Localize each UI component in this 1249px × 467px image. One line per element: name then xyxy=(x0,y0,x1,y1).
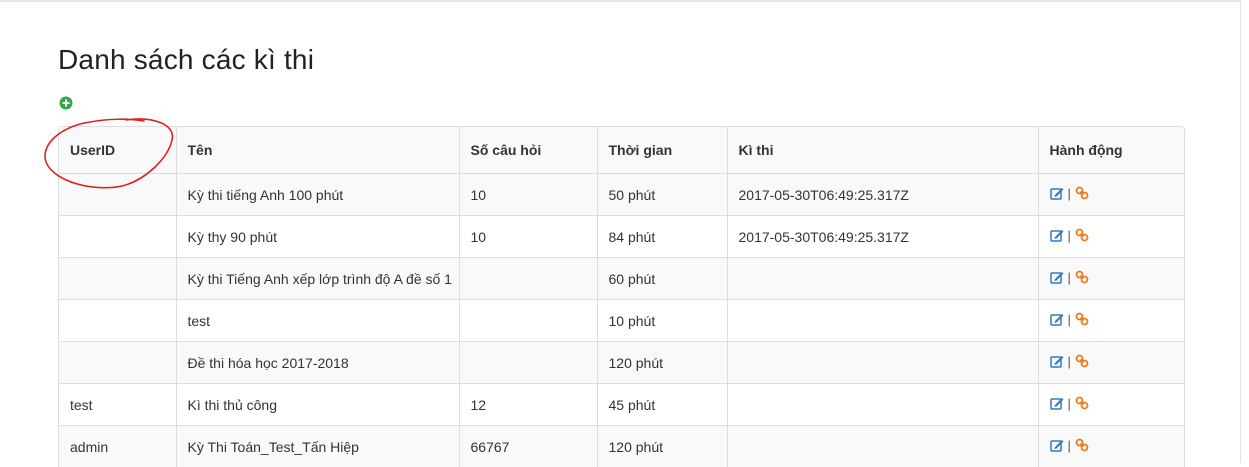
page-title: Danh sách các kì thi xyxy=(58,44,314,76)
cell-questions xyxy=(459,300,597,342)
cell-time: 60 phút xyxy=(597,258,727,300)
cell-questions: 66767 xyxy=(459,426,597,467)
row-actions: | xyxy=(1050,396,1089,411)
table-row: Kỳ thi Tiếng Anh xếp lớp trình độ A đề s… xyxy=(59,258,1185,300)
cell-questions xyxy=(459,342,597,384)
edit-icon[interactable] xyxy=(1050,396,1064,410)
cell-actions: | xyxy=(1038,426,1185,467)
link-icon[interactable] xyxy=(1075,270,1089,284)
cell-actions: | xyxy=(1038,342,1185,384)
action-separator: | xyxy=(1068,312,1071,327)
cell-time: 45 phút xyxy=(597,384,727,426)
cell-userid xyxy=(59,300,176,342)
link-icon[interactable] xyxy=(1075,228,1089,242)
cell-exam xyxy=(727,300,1038,342)
table-row: Kỳ thi tiếng Anh 100 phút 10 50 phút 201… xyxy=(59,174,1185,216)
cell-actions: | xyxy=(1038,300,1185,342)
cell-name: Kỳ thi Tiếng Anh xếp lớp trình độ A đề s… xyxy=(176,258,459,300)
cell-actions: | xyxy=(1038,258,1185,300)
table-row: Kỳ thy 90 phút 10 84 phút 2017-05-30T06:… xyxy=(59,216,1185,258)
edit-icon[interactable] xyxy=(1050,228,1064,242)
row-actions: | xyxy=(1050,438,1089,453)
column-header-exam[interactable]: Kì thi xyxy=(727,127,1038,174)
cell-userid xyxy=(59,216,176,258)
cell-exam xyxy=(727,426,1038,467)
row-actions: | xyxy=(1050,270,1089,285)
column-header-userid[interactable]: UserID xyxy=(59,127,176,174)
table-row: test Kì thi thủ công 12 45 phút | xyxy=(59,384,1185,426)
cell-name: Đề thi hóa học 2017-2018 xyxy=(176,342,459,384)
cell-actions: | xyxy=(1038,174,1185,216)
column-header-actions: Hành động xyxy=(1038,127,1185,174)
cell-name: test xyxy=(176,300,459,342)
row-actions: | xyxy=(1050,186,1089,201)
action-separator: | xyxy=(1068,438,1071,453)
action-separator: | xyxy=(1068,270,1071,285)
link-icon[interactable] xyxy=(1075,438,1089,452)
scrollbar-edge xyxy=(1240,0,1249,463)
cell-userid xyxy=(59,174,176,216)
edit-icon[interactable] xyxy=(1050,354,1064,368)
cell-questions: 12 xyxy=(459,384,597,426)
cell-exam: 2017-05-30T06:49:25.317Z xyxy=(727,174,1038,216)
cell-exam: 2017-05-30T06:49:25.317Z xyxy=(727,216,1038,258)
table-row: Đề thi hóa học 2017-2018 120 phút | xyxy=(59,342,1185,384)
row-actions: | xyxy=(1050,312,1089,327)
cell-time: 10 phút xyxy=(597,300,727,342)
cell-time: 50 phút xyxy=(597,174,727,216)
action-separator: | xyxy=(1068,186,1071,201)
cell-name: Kỳ Thi Toán_Test_Tấn Hiệp xyxy=(176,426,459,467)
add-exam-button[interactable] xyxy=(59,96,73,110)
column-header-name[interactable]: Tên xyxy=(176,127,459,174)
link-icon[interactable] xyxy=(1075,396,1089,410)
table-row: admin Kỳ Thi Toán_Test_Tấn Hiệp 66767 12… xyxy=(59,426,1185,467)
cell-exam xyxy=(727,258,1038,300)
column-header-questions[interactable]: Số câu hỏi xyxy=(459,127,597,174)
cell-userid xyxy=(59,258,176,300)
link-icon[interactable] xyxy=(1075,312,1089,326)
edit-icon[interactable] xyxy=(1050,270,1064,284)
plus-circle-icon xyxy=(60,97,73,110)
cell-name: Kỳ thi tiếng Anh 100 phút xyxy=(176,174,459,216)
cell-name: Kỳ thy 90 phút xyxy=(176,216,459,258)
row-actions: | xyxy=(1050,228,1089,243)
cell-actions: | xyxy=(1038,384,1185,426)
action-separator: | xyxy=(1068,396,1071,411)
cell-userid xyxy=(59,342,176,384)
cell-name: Kì thi thủ công xyxy=(176,384,459,426)
link-icon[interactable] xyxy=(1075,354,1089,368)
cell-time: 120 phút xyxy=(597,342,727,384)
row-actions: | xyxy=(1050,354,1089,369)
action-separator: | xyxy=(1068,228,1071,243)
edit-icon[interactable] xyxy=(1050,186,1064,200)
table-row: test 10 phút | xyxy=(59,300,1185,342)
table-header-row: UserID Tên Số câu hỏi Thời gian Kì thi H… xyxy=(59,127,1185,174)
action-separator: | xyxy=(1068,354,1071,369)
cell-userid: test xyxy=(59,384,176,426)
exam-table-container: UserID Tên Số câu hỏi Thời gian Kì thi H… xyxy=(58,126,1185,467)
cell-exam xyxy=(727,384,1038,426)
cell-userid: admin xyxy=(59,426,176,467)
cell-time: 120 phút xyxy=(597,426,727,467)
link-icon[interactable] xyxy=(1075,186,1089,200)
cell-questions xyxy=(459,258,597,300)
exam-table: UserID Tên Số câu hỏi Thời gian Kì thi H… xyxy=(59,127,1185,467)
cell-actions: | xyxy=(1038,216,1185,258)
edit-icon[interactable] xyxy=(1050,438,1064,452)
cell-questions: 10 xyxy=(459,216,597,258)
edit-icon[interactable] xyxy=(1050,312,1064,326)
cell-exam xyxy=(727,342,1038,384)
cell-time: 84 phút xyxy=(597,216,727,258)
cell-questions: 10 xyxy=(459,174,597,216)
column-header-time[interactable]: Thời gian xyxy=(597,127,727,174)
